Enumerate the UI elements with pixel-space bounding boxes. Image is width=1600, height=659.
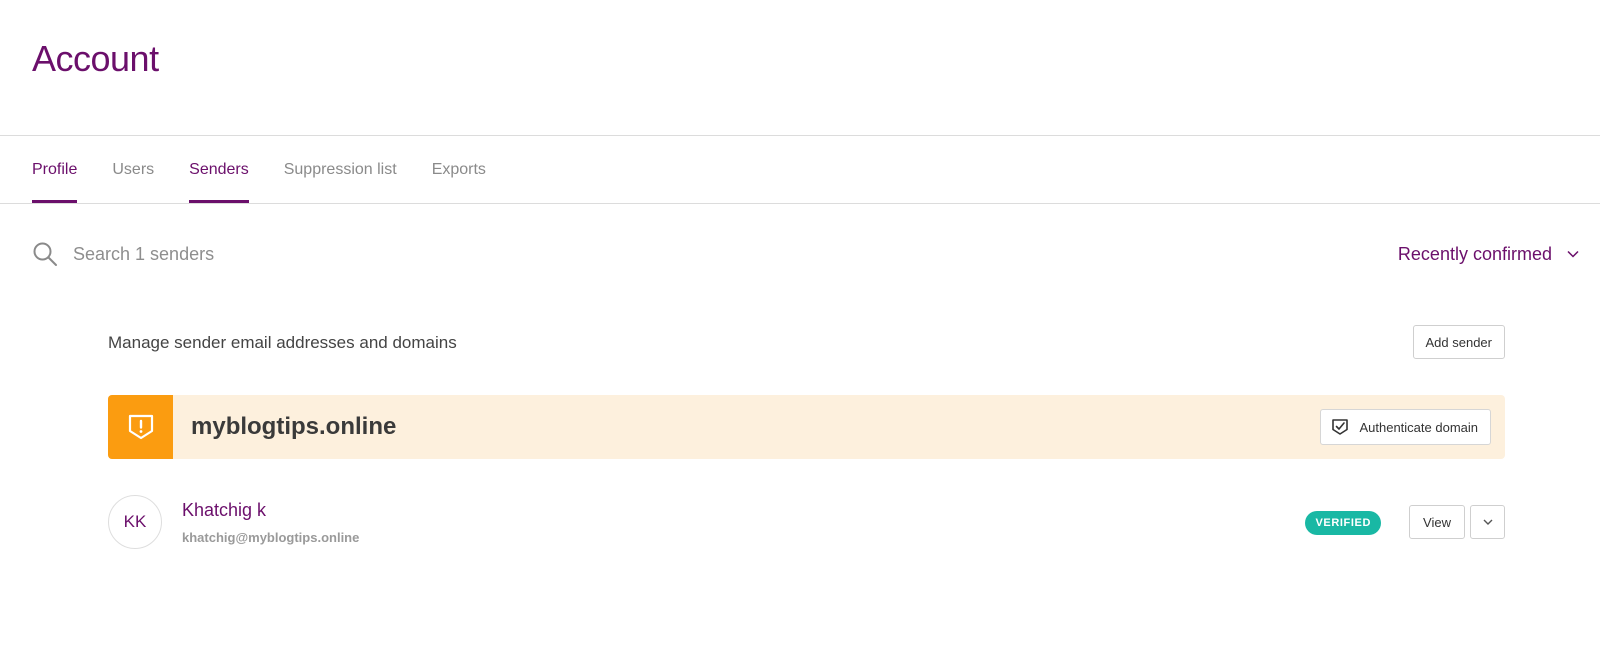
sort-dropdown[interactable]: Recently confirmed <box>1398 238 1580 270</box>
warning-badge <box>108 395 173 459</box>
senders-panel: Manage sender email addresses and domain… <box>108 325 1505 549</box>
authenticate-domain-button[interactable]: Authenticate domain <box>1320 409 1491 445</box>
senders-header: Manage sender email addresses and domain… <box>108 325 1505 361</box>
domain-card: myblogtips.online Authenticate domain <box>108 395 1505 459</box>
tab-exports[interactable]: Exports <box>432 136 486 203</box>
more-options-button[interactable] <box>1470 505 1505 539</box>
sender-name[interactable]: Khatchig k <box>182 500 266 521</box>
tab-label: Exports <box>431 160 486 178</box>
search-input[interactable] <box>73 238 673 270</box>
search-bar: Recently confirmed <box>32 234 1580 274</box>
authenticate-domain-label: Authenticate domain <box>1359 419 1478 435</box>
avatar: KK <box>108 495 162 549</box>
chevron-down-icon <box>1567 250 1579 258</box>
page-title: Account <box>32 38 159 79</box>
tab-label: Suppression list <box>283 160 397 178</box>
sort-selected-label: Recently confirmed <box>1397 243 1552 264</box>
view-button[interactable]: View <box>1409 505 1465 539</box>
sender-email: khatchig@myblogtips.online <box>182 530 360 545</box>
domain-name: myblogtips.online <box>191 413 397 440</box>
tab-suppression-list[interactable]: Suppression list <box>284 136 397 203</box>
tab-users[interactable]: Users <box>112 136 154 203</box>
tab-label: Profile <box>32 160 78 178</box>
status-badge: VERIFIED <box>1305 511 1381 535</box>
tab-senders[interactable]: Senders <box>189 136 249 203</box>
tab-label: Users <box>112 160 155 178</box>
senders-description: Manage sender email addresses and domain… <box>108 333 457 352</box>
account-tabs: Profile Users Senders Suppression list E… <box>32 136 521 203</box>
search-icon <box>33 242 57 266</box>
account-page: Account Profile Users Senders Suppressio… <box>0 0 1600 659</box>
add-sender-button[interactable]: Add sender <box>1412 325 1505 359</box>
tab-label: Senders <box>189 160 249 178</box>
warning-shield-icon <box>128 414 153 440</box>
tabs-divider <box>0 203 1600 204</box>
tab-profile[interactable]: Profile <box>32 136 78 203</box>
chevron-down-icon <box>1483 519 1492 525</box>
shield-check-icon <box>1332 419 1349 435</box>
sender-row: KK Khatchig k khatchig@myblogtips.online… <box>108 495 1505 551</box>
